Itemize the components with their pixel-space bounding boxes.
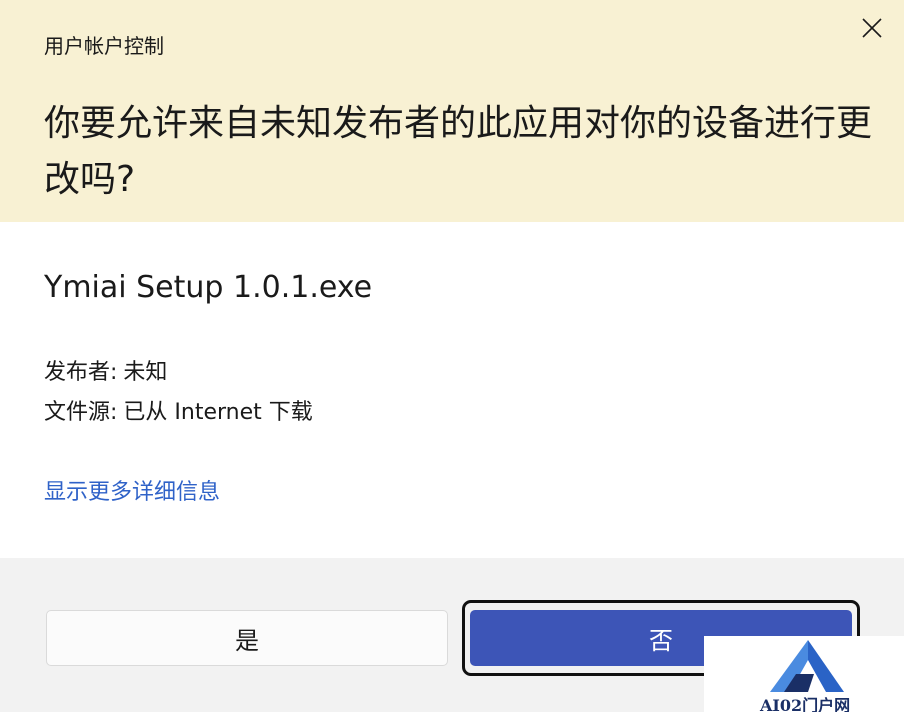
- yes-button[interactable]: 是: [46, 610, 448, 666]
- uac-dialog: 用户帐户控制 你要允许来自未知发布者的此应用对你的设备进行更改吗? Ymiai …: [0, 0, 904, 712]
- origin-value: 已从 Internet 下载: [123, 400, 313, 425]
- origin-label: 文件源:: [44, 400, 118, 425]
- close-icon: [862, 18, 882, 38]
- publisher-label: 发布者:: [44, 360, 118, 385]
- watermark: AI02门户网: [704, 636, 904, 712]
- dialog-header: 用户帐户控制 你要允许来自未知发布者的此应用对你的设备进行更改吗?: [0, 0, 904, 222]
- window-title: 用户帐户控制: [44, 34, 164, 58]
- publisher-value: 未知: [123, 360, 168, 385]
- ai-logo: [770, 640, 844, 692]
- show-details-link[interactable]: 显示更多详细信息: [44, 474, 220, 506]
- dialog-body: Ymiai Setup 1.0.1.exe 发布者: 未知 文件源: 已从 In…: [0, 222, 904, 558]
- close-button[interactable]: [852, 8, 892, 48]
- origin-line: 文件源: 已从 Internet 下载: [44, 394, 313, 426]
- dialog-heading: 你要允许来自未知发布者的此应用对你的设备进行更改吗?: [44, 103, 873, 200]
- watermark-text: AI02门户网: [760, 696, 851, 712]
- program-name: Ymiai Setup 1.0.1.exe: [44, 270, 373, 305]
- publisher-line: 发布者: 未知: [44, 354, 167, 386]
